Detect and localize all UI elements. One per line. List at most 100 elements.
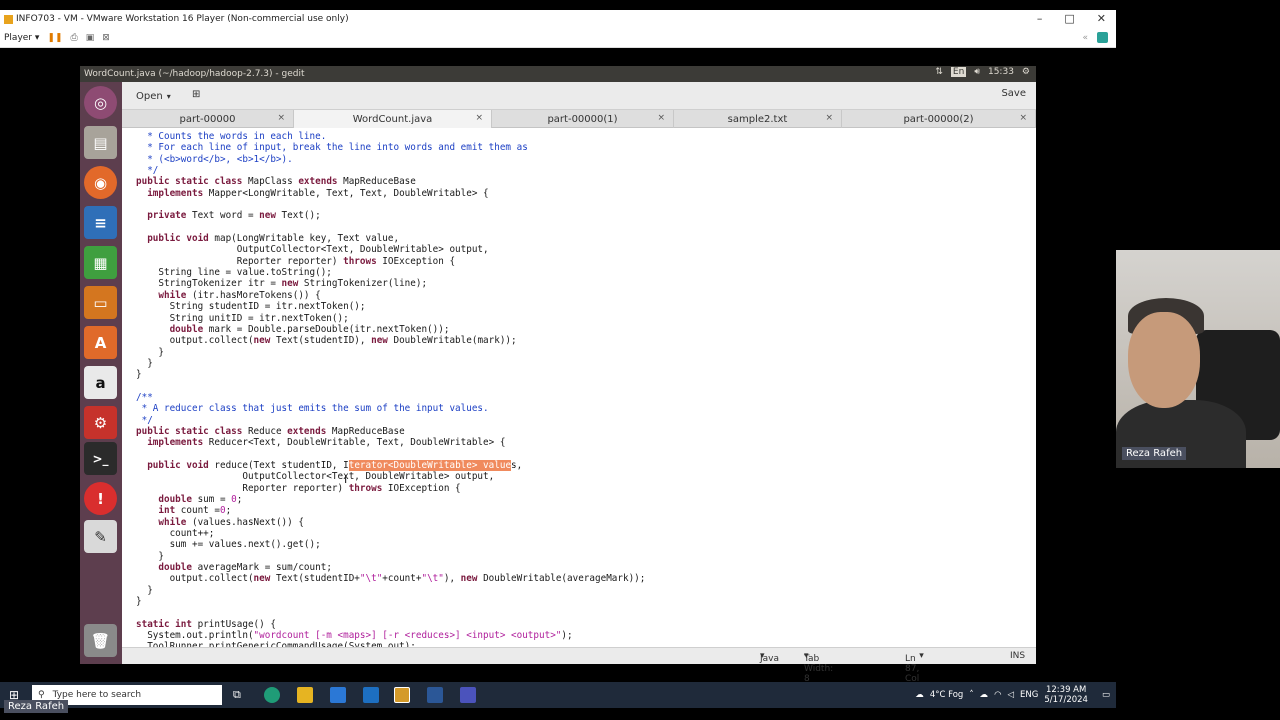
tray-language[interactable]: ENG: [1020, 690, 1038, 700]
speaker-icon[interactable]: ◁: [1008, 690, 1015, 700]
code-line: OutputCollector<Text, DoubleWritable> ou…: [136, 471, 645, 482]
new-document-icon[interactable]: ⊞: [192, 89, 200, 100]
minimize-button[interactable]: –: [1037, 12, 1043, 25]
settings-gear-icon[interactable]: ⚙: [1022, 67, 1030, 77]
impress-icon[interactable]: ▭: [84, 286, 117, 319]
tab-close-icon[interactable]: ×: [475, 113, 483, 123]
tab-part-00000-2-[interactable]: part-00000(2) ×: [842, 110, 1036, 128]
code-editor[interactable]: * Counts the words in each line. * For e…: [122, 128, 1036, 647]
text-cursor-icon: I: [344, 473, 348, 486]
firefox-icon[interactable]: ◉: [84, 166, 117, 199]
task-view-icon[interactable]: ⧉: [233, 688, 241, 702]
files-icon[interactable]: ▤: [84, 126, 117, 159]
code-token: count++;: [136, 528, 215, 540]
code-token: * Counts the words in each line.: [136, 131, 327, 142]
updates-icon[interactable]: !: [84, 482, 117, 515]
trash-icon[interactable]: 🗑︎: [84, 624, 117, 657]
ubuntu-top-panel: WordCount.java (~/hadoop/hadoop-2.7.3) -…: [80, 66, 1036, 82]
code-token: printUsage() {: [197, 618, 276, 630]
gedit-statusbar: Java ▾ Tab Width: 8 ▾ Ln 87, Col 70 ▾ IN…: [122, 647, 1036, 694]
system-settings-icon[interactable]: ⚙: [84, 406, 117, 439]
save-button[interactable]: Save: [1001, 88, 1026, 99]
maximize-button[interactable]: □: [1064, 12, 1074, 25]
ubuntu-dash-icon[interactable]: ◎: [84, 86, 117, 119]
keyboard-language[interactable]: En: [950, 67, 967, 77]
writer-icon[interactable]: ≡: [84, 206, 117, 239]
code-token: averageMark = sum/count;: [197, 562, 332, 574]
taskbar-clock[interactable]: 12:39 AM 5/17/2024: [1044, 685, 1088, 705]
send-ctrl-alt-del-icon[interactable]: ⎙: [71, 33, 78, 43]
cursor-position[interactable]: Ln 87, Col 70 ▾: [905, 651, 924, 694]
code-line: double sum = 0;: [136, 494, 645, 505]
code-token: OutputCollector<Text, DoubleWritable> ou…: [136, 244, 489, 256]
teams-icon[interactable]: [460, 687, 476, 703]
word-icon[interactable]: [427, 687, 443, 703]
code-token: (values.hasNext()) {: [191, 516, 304, 528]
tab-close-icon[interactable]: ×: [1019, 113, 1027, 123]
terminal-icon[interactable]: >_: [84, 442, 117, 475]
vmware-titlebar: INFO703 - VM - VMware Workstation 16 Pla…: [0, 10, 1116, 28]
mail-icon[interactable]: [363, 687, 379, 703]
amazon-icon[interactable]: a: [84, 366, 117, 399]
code-token: implements: [136, 437, 209, 449]
presenter-name-overlay: Reza Rafeh: [4, 700, 69, 713]
text-editor-icon[interactable]: ✎: [84, 520, 117, 553]
weather-text[interactable]: 4°C Fog: [930, 690, 963, 700]
file-explorer-icon[interactable]: [297, 687, 313, 703]
tab-part-00000-1-[interactable]: part-00000(1) ×: [492, 110, 674, 128]
weather-icon[interactable]: ☁: [915, 690, 924, 700]
code-token: "\t": [421, 573, 444, 585]
tab-close-icon[interactable]: ×: [825, 113, 833, 123]
system-tray: ☁ 4°C Fog ˄ ☁ ◠ ◁ ENG 12:39 AM 5/17/2024…: [915, 682, 1110, 708]
code-token: s,: [511, 459, 523, 471]
code-token: while: [136, 289, 192, 301]
code-token: new: [371, 335, 394, 347]
notifications-icon[interactable]: ▭: [1102, 690, 1110, 700]
code-token: );: [561, 630, 573, 642]
tab-width-selector[interactable]: Tab Width: 8 ▾: [804, 651, 833, 684]
close-button[interactable]: ✕: [1097, 12, 1106, 25]
code-line: * (<b>word</b>, <b>1</b>).: [136, 154, 645, 165]
tab-part-00000[interactable]: part-00000 ×: [122, 110, 294, 128]
tab-close-icon[interactable]: ×: [657, 113, 665, 123]
vmware-taskbar-icon[interactable]: [394, 687, 410, 703]
show-hidden-icons-icon[interactable]: ˄: [969, 690, 973, 700]
code-token: public void: [136, 459, 215, 471]
code-token: /**: [136, 391, 153, 403]
tab-close-icon[interactable]: ×: [277, 113, 285, 123]
code-token: StringTokenizer itr =: [136, 278, 282, 290]
code-line: }: [136, 551, 645, 562]
tab-wordcount-java[interactable]: WordCount.java ×: [294, 110, 492, 128]
edge-icon[interactable]: [264, 687, 280, 703]
code-token: }: [136, 357, 153, 369]
code-token: */: [136, 414, 153, 426]
code-token: "wordcount [-m <maps>] [-r <reduces>] <i…: [253, 630, 562, 642]
code-token: * For each line of input, break the line…: [136, 142, 528, 154]
software-center-icon[interactable]: A: [84, 326, 117, 359]
pause-icon[interactable]: ❚❚: [47, 33, 62, 43]
open-button[interactable]: Open ▾: [130, 88, 177, 105]
player-menu[interactable]: Player ▾: [4, 33, 39, 43]
fit-guest-icon[interactable]: ▣: [86, 33, 95, 43]
collapse-icon[interactable]: «: [1082, 33, 1088, 43]
code-line: }: [136, 358, 645, 369]
tab-sample2-txt[interactable]: sample2.txt ×: [674, 110, 842, 128]
network-icon[interactable]: ⇅: [935, 67, 943, 77]
calc-icon[interactable]: ▦: [84, 246, 117, 279]
code-token: }: [136, 346, 164, 358]
store-icon[interactable]: [330, 687, 346, 703]
code-token: new: [253, 573, 276, 585]
panel-clock[interactable]: 15:33: [988, 67, 1014, 77]
unity-icon[interactable]: ⊠: [102, 33, 110, 43]
onedrive-icon[interactable]: ☁: [980, 690, 989, 700]
tab-label: part-00000(2): [903, 113, 974, 125]
language-selector[interactable]: Java ▾: [760, 651, 779, 664]
code-token: StringTokenizer(line);: [303, 278, 428, 290]
wifi-icon[interactable]: ◠: [994, 690, 1001, 700]
code-token: }: [136, 369, 142, 381]
volume-icon[interactable]: 🔊︎: [974, 67, 980, 77]
code-line: OutputCollector<Text, DoubleWritable> ou…: [136, 244, 645, 255]
message-icon[interactable]: [1097, 32, 1108, 43]
code-token: implements: [136, 187, 209, 199]
vmware-title: INFO703 - VM - VMware Workstation 16 Pla…: [16, 14, 349, 24]
